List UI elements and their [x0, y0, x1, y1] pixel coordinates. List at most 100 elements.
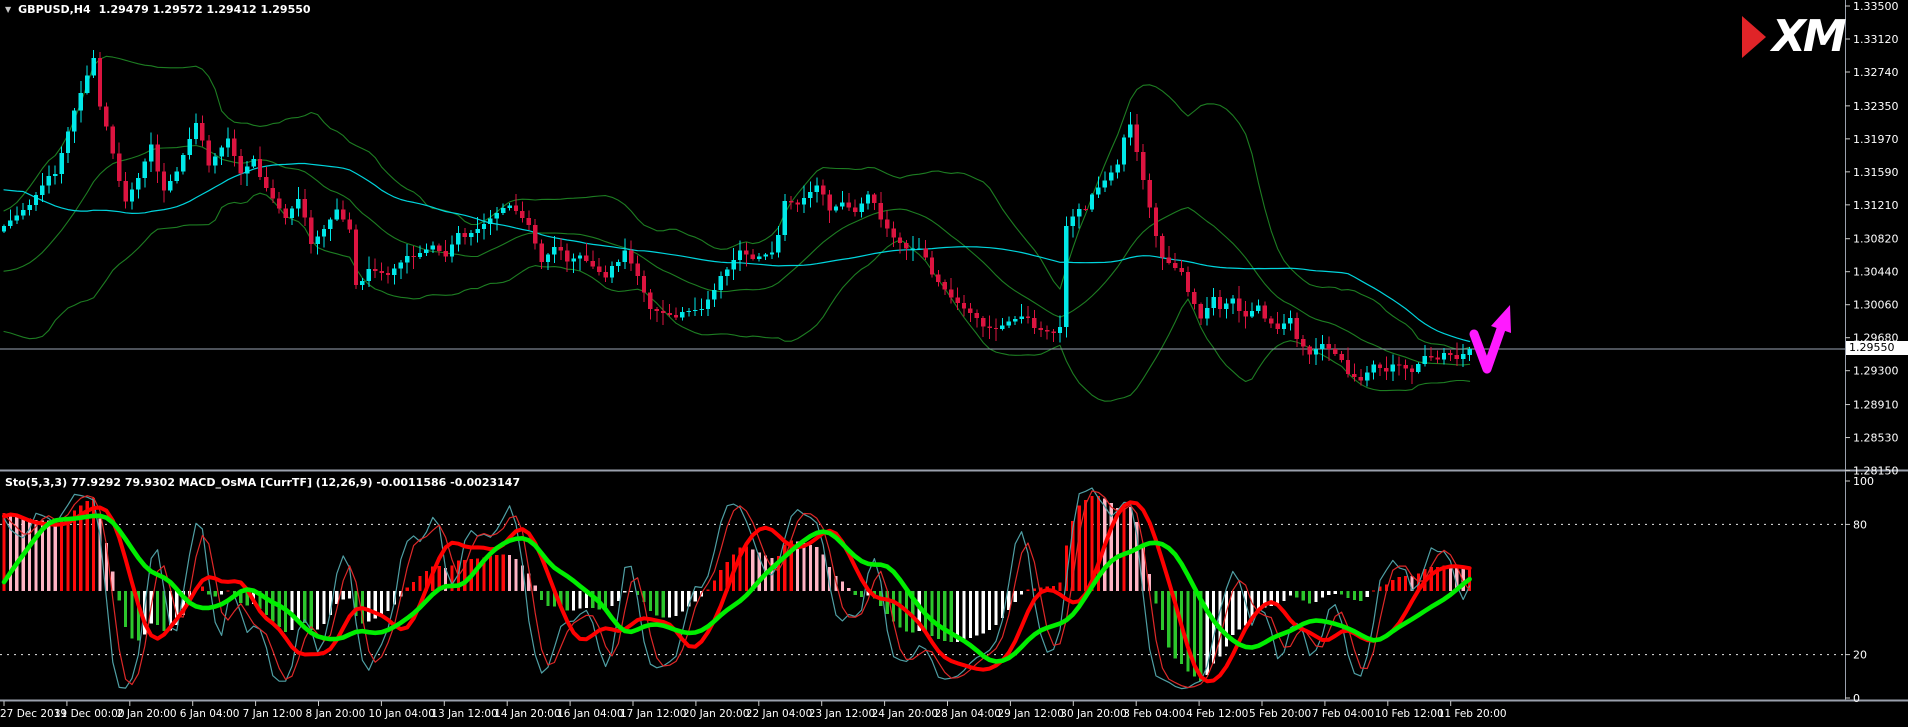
candle-body	[450, 245, 454, 257]
candle-body	[40, 185, 44, 195]
candle-body	[1205, 308, 1209, 319]
candle-body	[21, 210, 25, 215]
price-tick-label: 1.30820	[1853, 233, 1899, 246]
candle-body	[1077, 209, 1081, 216]
time-tick-label[interactable]: 31 Dec 00:00	[54, 708, 125, 720]
candle-body	[194, 123, 198, 139]
candle-body	[1135, 124, 1139, 152]
candle-body	[226, 138, 230, 147]
candle-body	[34, 195, 38, 205]
osma-bar	[60, 522, 63, 591]
candle-body	[98, 58, 102, 107]
candle-body	[751, 255, 755, 259]
osma-bar	[1359, 591, 1362, 601]
candle-body	[1160, 236, 1164, 258]
time-tick-label[interactable]: 16 Jan 04:00	[557, 708, 623, 720]
osma-bar	[214, 591, 217, 596]
time-tick-label[interactable]: 5 Feb 20:00	[1249, 708, 1311, 720]
osma-bar	[495, 555, 498, 591]
time-tick-label[interactable]: 10 Feb 12:00	[1375, 708, 1444, 720]
time-tick-label[interactable]: 20 Jan 20:00	[683, 708, 749, 720]
time-tick-label[interactable]: 3 Feb 04:00	[1123, 708, 1185, 720]
osma-bar	[265, 591, 268, 615]
time-tick-label[interactable]: 22 Jan 04:00	[746, 708, 812, 720]
osma-bar	[201, 586, 204, 591]
candle-body	[520, 211, 524, 218]
candle-body	[251, 159, 255, 166]
candle-body	[66, 132, 70, 153]
candle-body	[994, 328, 998, 329]
time-tick-label[interactable]: 30 Jan 20:00	[1060, 708, 1126, 720]
osma-bar	[310, 591, 313, 630]
candle-body	[1455, 355, 1459, 359]
osma-bar	[1334, 591, 1337, 594]
osma-bar	[841, 582, 844, 591]
symbol-dropdown-icon[interactable]: ▼	[5, 5, 11, 14]
candle-body	[674, 315, 678, 318]
candle-body	[1051, 332, 1055, 334]
candle-body	[1314, 349, 1318, 354]
time-tick-label[interactable]: 2 Jan 20:00	[117, 708, 177, 720]
candle-body	[776, 235, 780, 252]
osma-bar	[1078, 506, 1081, 591]
candle-body	[1320, 344, 1324, 349]
candle-body	[1154, 208, 1158, 237]
candle-body	[309, 217, 313, 243]
chart-canvas[interactable]: 1.335001.331201.327401.323501.319701.315…	[0, 0, 1908, 727]
candle-body	[655, 309, 659, 311]
osma-bar	[367, 591, 370, 622]
osma-bar	[316, 591, 319, 629]
candle-body	[597, 266, 601, 272]
osma-bar	[1430, 567, 1433, 591]
osma-bar	[802, 543, 805, 591]
osma-bar	[1391, 580, 1394, 591]
osma-bar	[489, 556, 492, 591]
time-tick-label[interactable]: 7 Feb 04:00	[1312, 708, 1374, 720]
candle-body	[1282, 324, 1286, 329]
osma-bar	[1161, 591, 1164, 630]
time-tick-label[interactable]: 10 Jan 04:00	[368, 708, 434, 720]
time-tick-label[interactable]: 4 Feb 12:00	[1186, 708, 1248, 720]
time-tick-label[interactable]: 24 Jan 20:00	[872, 708, 938, 720]
osma-bar	[668, 591, 671, 617]
symbol-timeframe-label: GBPUSD,H4	[18, 3, 91, 16]
osma-bar	[1014, 591, 1017, 602]
osma-bar	[994, 591, 997, 625]
time-tick-label[interactable]: 6 Jan 04:00	[180, 708, 240, 720]
candle-body	[463, 233, 467, 237]
candle-body	[431, 245, 435, 249]
candle-body	[834, 207, 838, 211]
candle-body	[770, 252, 774, 254]
candle-body	[840, 203, 844, 207]
candle-body	[168, 181, 172, 191]
osma-bar	[1084, 500, 1087, 591]
time-tick-label[interactable]: 14 Jan 20:00	[494, 708, 560, 720]
osma-bar	[207, 591, 210, 594]
candle-body	[354, 229, 358, 284]
candle-body	[200, 123, 204, 140]
candle-body	[719, 276, 723, 290]
time-tick-label[interactable]: 17 Jan 12:00	[620, 708, 686, 720]
osma-bar	[226, 591, 229, 592]
candle-body	[1032, 318, 1036, 328]
time-tick-label[interactable]: 28 Jan 04:00	[935, 708, 1001, 720]
time-tick-label[interactable]: 13 Jan 12:00	[431, 708, 497, 720]
time-tick-label[interactable]: 11 Feb 20:00	[1438, 708, 1507, 720]
osma-bar	[969, 591, 972, 638]
candle-body	[1429, 356, 1433, 358]
osma-bar	[937, 591, 940, 639]
osma-bar	[1282, 591, 1285, 601]
osma-bar	[220, 591, 223, 595]
price-tick-label: 1.32350	[1853, 100, 1899, 113]
candle-body	[456, 233, 460, 245]
time-tick-label[interactable]: 8 Jan 20:00	[306, 708, 366, 720]
time-tick-label[interactable]: 23 Jan 12:00	[809, 708, 875, 720]
candle-body	[15, 215, 19, 220]
candle-body	[1359, 377, 1363, 380]
candle-body	[283, 208, 287, 218]
candle-body	[1333, 349, 1337, 354]
time-tick-label[interactable]: 7 Jan 12:00	[243, 708, 303, 720]
candle-body	[379, 271, 383, 273]
osma-bar	[962, 591, 965, 640]
time-tick-label[interactable]: 29 Jan 12:00	[997, 708, 1063, 720]
